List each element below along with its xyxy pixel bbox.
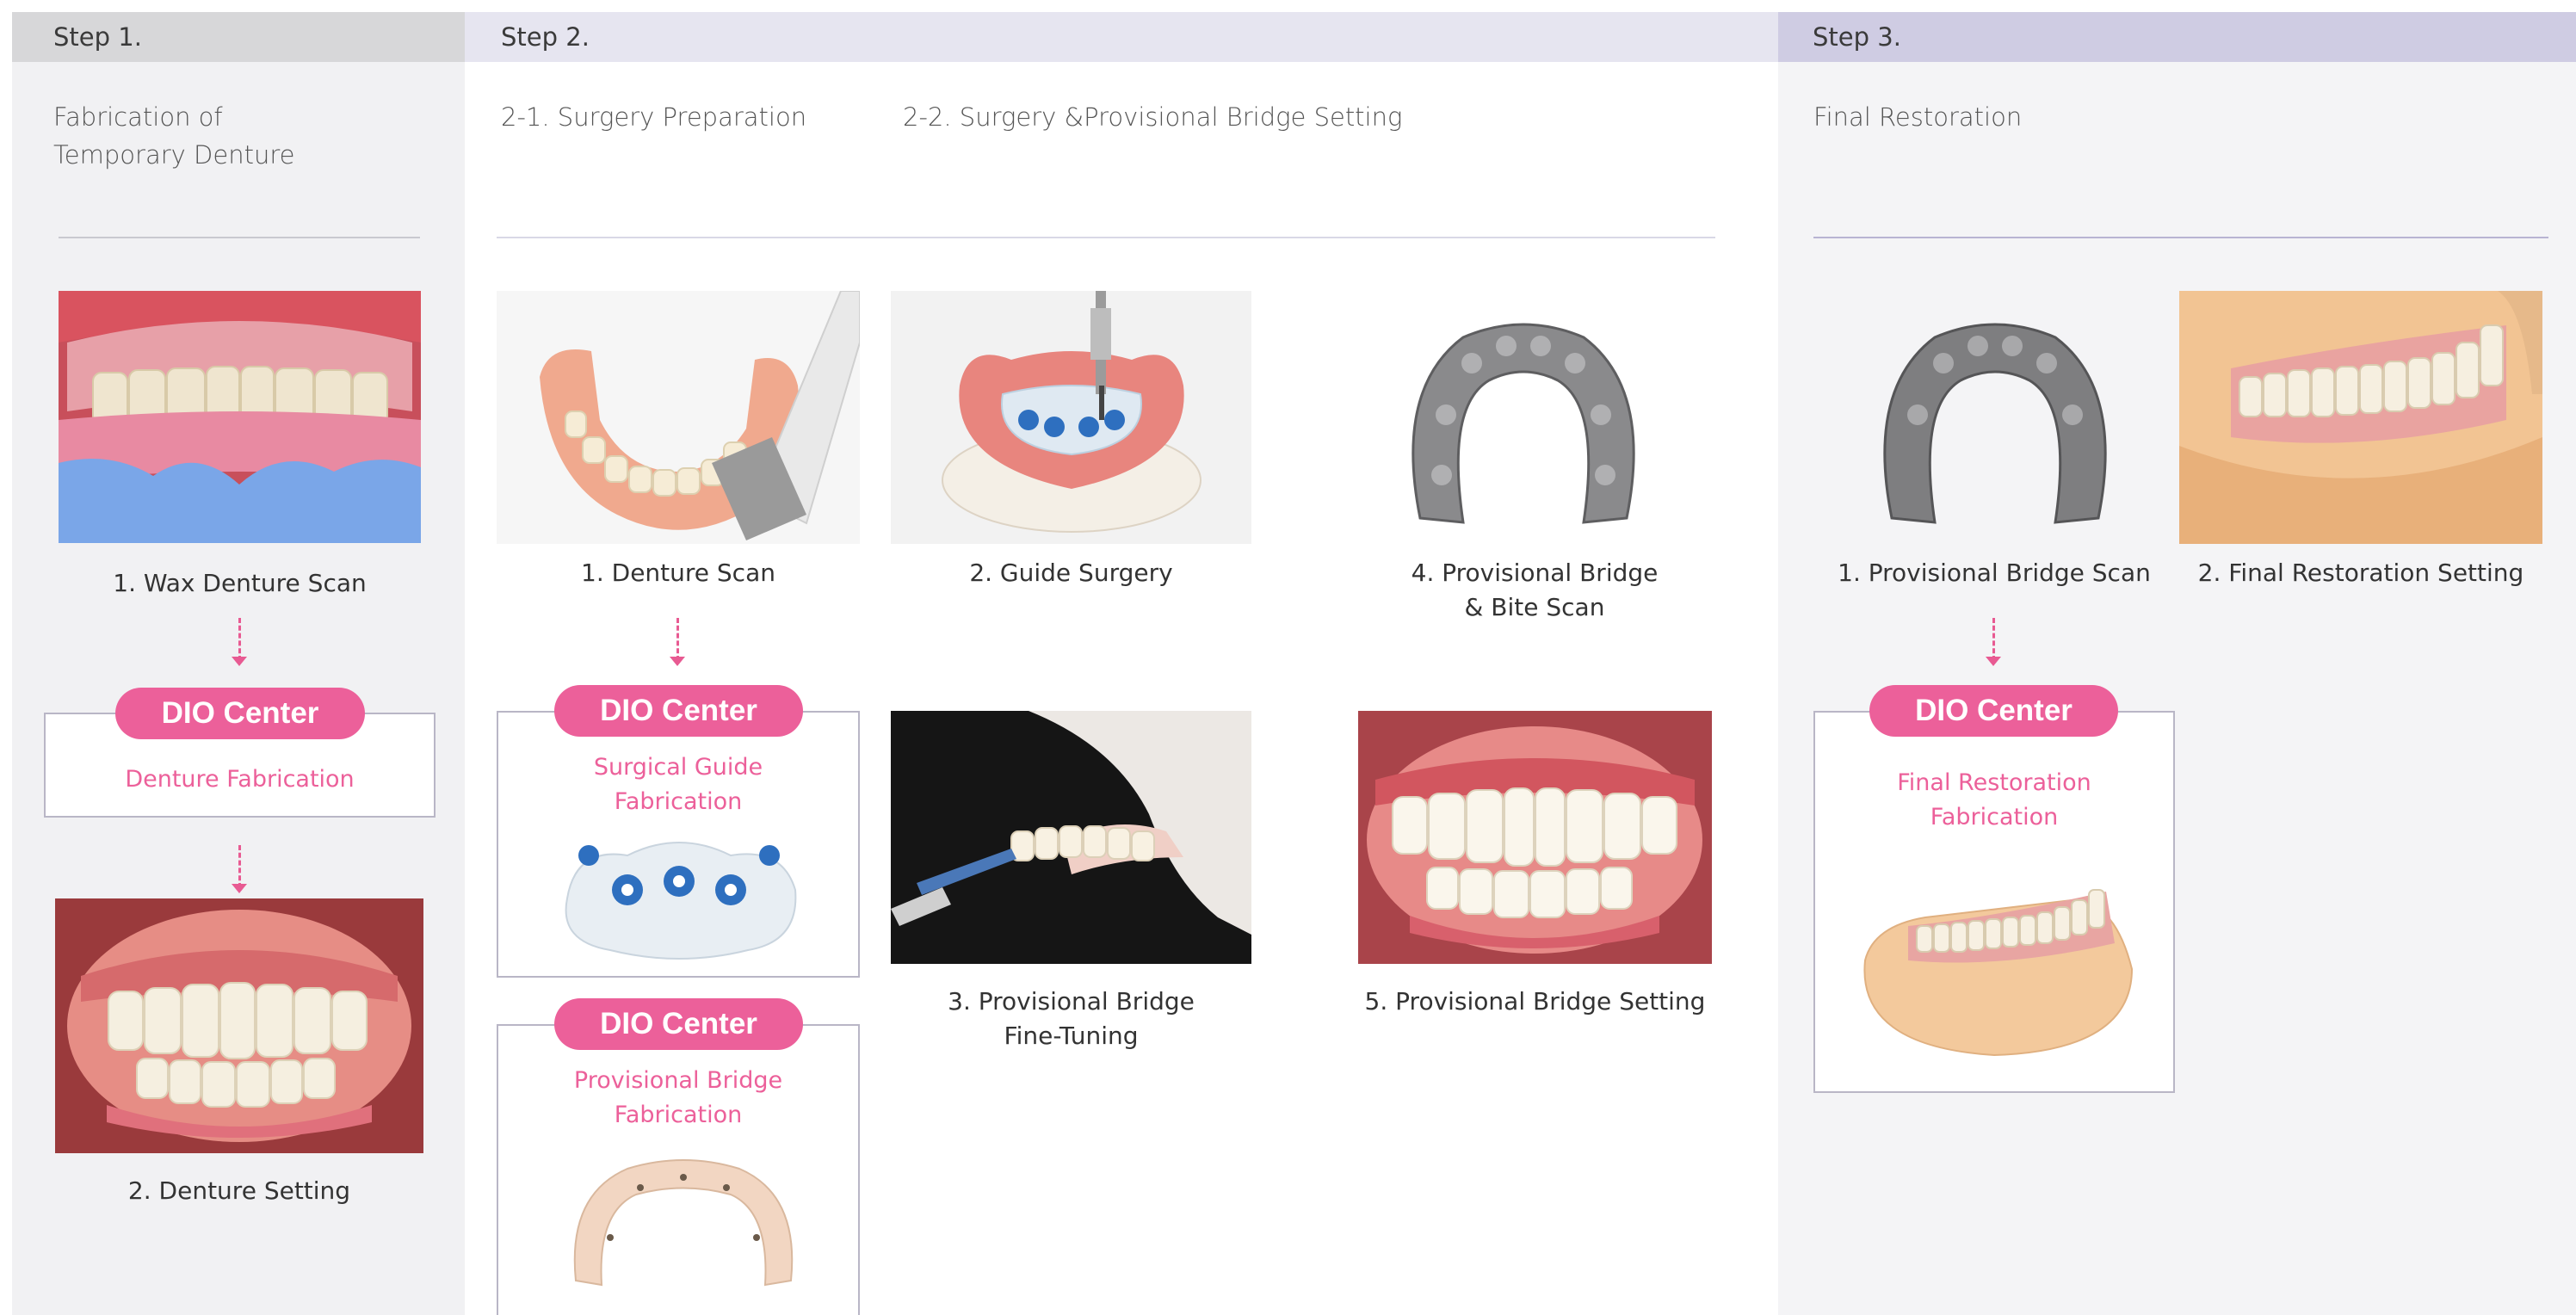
provisional-bridge-line2: Fabrication [614,1102,743,1128]
step1-header: Step 1. [12,12,465,62]
step3-dio-center-badge: DIO Center [1869,685,2118,737]
step3-divider [1813,237,2548,238]
surgical-guide-line1: Surgical Guide [593,754,763,781]
caption-final-setting: 2. Final Restoration Setting [2197,559,2524,587]
final-restoration-illustration [1863,889,2134,1057]
caption-denture-setting: 2. Denture Setting [127,1176,351,1205]
guide-surgery-illustration [891,291,1251,544]
provisional-bridge-line1: Provisional Bridge [573,1067,783,1094]
denture-scan-photo [497,291,860,544]
caption-bridge-setting: 5. Provisional Bridge Setting [1364,987,1706,1016]
flow-arrow-icon [670,618,685,666]
surgical-guide-illustration [565,842,797,960]
surgical-guide-line2: Fabrication [614,788,743,815]
caption-bite-scan-line2: & Bite Scan [1464,593,1605,621]
caption-guide-surgery: 2. Guide Surgery [969,559,1173,587]
step1-header-label: Step 1. [53,22,142,52]
bite-scan-render [1394,303,1652,535]
provisional-bridge-dio-badge: DIO Center [554,998,803,1050]
step3-dio-center-box: Final Restoration Fabrication [1813,711,2175,1093]
bridge-setting-illustration [1358,711,1712,964]
step3-dio-center-text: Final Restoration Fabrication [1815,766,2173,835]
step3-column [1778,12,2576,1315]
bridge-scan-illustration [1883,323,2107,524]
denture-setting-photo [55,898,423,1153]
step3-dio-center-line2: Fabrication [1930,804,2059,830]
final-setting-photo [2179,291,2542,544]
provisional-bridge-dio-text: Provisional Bridge Fabrication [498,1064,858,1133]
caption-bridge-scan: 1. Provisional Bridge Scan [1838,559,2151,587]
guide-surgery-photo [891,291,1251,544]
step2-subtitle-surgery-prep: 2-1. Surgery Preparation [501,102,807,132]
surgical-guide-dio-badge: DIO Center [554,685,803,737]
flow-arrow-icon [1986,618,2001,666]
flow-arrow-icon [232,845,247,893]
denture-scan-illustration [497,291,860,544]
step2-header: Step 2. [465,12,1778,62]
caption-denture-scan: 1. Denture Scan [581,559,775,587]
caption-bite-scan-line1: 4. Provisional Bridge [1411,559,1659,587]
bridge-setting-photo [1358,711,1712,964]
surgical-guide-dio-box: Surgical Guide Fabrication [497,711,860,978]
step1-dio-center-badge: DIO Center [115,688,365,739]
provisional-bridge-dio-box: Provisional Bridge Fabrication [497,1024,860,1315]
wax-denture-illustration [59,291,421,543]
bridge-scan-render [1866,303,2124,535]
fine-tuning-illustration [891,711,1251,964]
step1-dio-center-text: Denture Fabrication [125,766,355,793]
flow-arrow-icon [232,618,247,666]
provisional-bridge-illustration [573,1159,794,1287]
caption-wax-denture-scan: 1. Wax Denture Scan [113,569,367,597]
wax-denture-scan-photo [59,291,421,543]
step1-subtitle-line2: Temporary Denture [53,140,295,170]
step1-divider [59,237,420,238]
denture-setting-illustration [55,898,423,1153]
caption-fine-tuning-line2: Fine-Tuning [1004,1022,1139,1050]
step3-header-label: Step 3. [1813,22,1901,52]
caption-fine-tuning-line1: 3. Provisional Bridge [948,987,1195,1016]
step3-header: Step 3. [1778,12,2576,62]
fine-tuning-photo [891,711,1251,964]
step2-header-label: Step 2. [501,22,590,52]
step2-divider [497,237,1715,238]
step3-dio-center-line1: Final Restoration [1897,769,2091,796]
step1-subtitle: Fabrication of Temporary Denture [53,98,294,174]
final-setting-illustration [2179,291,2542,544]
caption-fine-tuning: 3. Provisional Bridge Fine-Tuning [891,985,1251,1053]
step1-subtitle-line1: Fabrication of [53,102,223,132]
caption-bite-scan: 4. Provisional Bridge & Bite Scan [1358,556,1711,625]
surgical-guide-dio-text: Surgical Guide Fabrication [498,750,858,819]
step2-subtitle-surgery-bridge: 2-2. Surgery &Provisional Bridge Setting [903,102,1403,132]
step3-subtitle: Final Restoration [1813,102,2023,132]
bite-scan-illustration [1412,323,1635,524]
